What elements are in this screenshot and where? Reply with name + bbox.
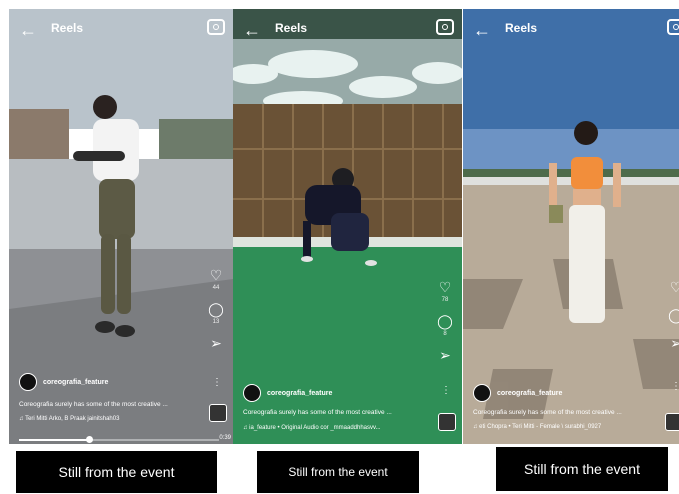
reel-video-2[interactable] xyxy=(233,9,462,444)
back-arrow-icon[interactable]: ← xyxy=(243,20,263,40)
more-icon[interactable]: ⋮ xyxy=(441,385,451,396)
audio-info[interactable]: ♫ Teri Mitti Arko, B Praak jainitshah03 xyxy=(19,416,119,422)
avatar[interactable] xyxy=(473,384,491,402)
progress-knob[interactable] xyxy=(86,436,93,443)
reels-header: ← Reels xyxy=(463,9,679,49)
reels-title: Reels xyxy=(51,21,84,35)
reel-caption[interactable]: Coreografia surely has some of the most … xyxy=(473,409,622,416)
heart-icon[interactable]: ♡ xyxy=(670,279,679,295)
audio-thumbnail[interactable] xyxy=(438,413,456,431)
reel-video-3[interactable] xyxy=(463,9,679,444)
send-icon[interactable]: ➢ xyxy=(210,335,222,351)
audio-text: ia_feature • Original Audio cor _mmaaddh… xyxy=(249,425,381,431)
audio-info[interactable]: ♫ ia_feature • Original Audio cor _mmaad… xyxy=(243,425,381,431)
reel-panel-1: ← Reels ♡ 44 ◯ 13 ➢ ⋮ coreografia_featur… xyxy=(9,9,233,444)
like-count: 78 xyxy=(441,297,449,303)
video-progress-bar[interactable] xyxy=(19,436,219,443)
comment-icon[interactable]: ◯ xyxy=(668,307,679,323)
account-row[interactable]: coreografia_feature xyxy=(243,384,332,402)
caption-box-1: Still from the event xyxy=(16,451,217,493)
more-icon[interactable]: ⋮ xyxy=(671,381,679,392)
heart-icon[interactable]: ♡ xyxy=(439,279,452,295)
reel-caption[interactable]: Coreografia surely has some of the most … xyxy=(243,409,392,416)
account-handle[interactable]: coreografia_feature xyxy=(497,390,562,397)
reels-title: Reels xyxy=(505,21,538,35)
comment-count: 13 xyxy=(212,319,220,325)
reels-title: Reels xyxy=(275,21,308,35)
heart-icon[interactable]: ♡ xyxy=(210,267,223,283)
comment-icon[interactable]: ◯ xyxy=(208,301,224,317)
caption-box-3: Still from the event xyxy=(496,447,668,491)
send-icon[interactable]: ➢ xyxy=(439,347,451,363)
reel-panel-3: ← Reels ♡ ◯ ➢ ⋮ coreografia_feature Core… xyxy=(463,9,679,444)
account-row[interactable]: coreografia_feature xyxy=(473,384,562,402)
send-icon[interactable]: ➢ xyxy=(670,335,679,351)
action-rail: ♡ 78 ◯ 8 ➢ xyxy=(434,279,456,363)
avatar[interactable] xyxy=(243,384,261,402)
more-icon[interactable]: ⋮ xyxy=(212,377,222,388)
back-arrow-icon[interactable]: ← xyxy=(473,20,493,40)
back-arrow-icon[interactable]: ← xyxy=(19,20,39,40)
avatar[interactable] xyxy=(19,373,37,391)
caption-box-2: Still from the event xyxy=(257,451,419,493)
like-count: 44 xyxy=(212,285,220,291)
reel-caption[interactable]: Coreografia surely has some of the most … xyxy=(19,401,168,408)
audio-thumbnail[interactable] xyxy=(209,404,227,422)
camera-icon[interactable] xyxy=(436,19,454,35)
progress-fill xyxy=(19,439,89,441)
video-time: 0:39 xyxy=(219,435,231,441)
account-handle[interactable]: coreografia_feature xyxy=(267,390,332,397)
action-rail: ♡ 44 ◯ 13 ➢ xyxy=(205,267,227,351)
reels-header: ← Reels xyxy=(9,9,233,49)
audio-info[interactable]: ♫ eti Chopra • Teri Mitti - Female \ sur… xyxy=(473,424,601,430)
camera-icon[interactable] xyxy=(667,19,679,35)
account-handle[interactable]: coreografia_feature xyxy=(43,379,108,386)
reels-header: ← Reels xyxy=(233,9,462,49)
comment-count: 8 xyxy=(443,331,447,337)
audio-text: eti Chopra • Teri Mitti - Female \ surab… xyxy=(479,424,602,430)
account-row[interactable]: coreografia_feature xyxy=(19,373,108,391)
audio-thumbnail[interactable] xyxy=(665,413,679,431)
camera-icon[interactable] xyxy=(207,19,225,35)
audio-text: Teri Mitti Arko, B Praak jainitshah03 xyxy=(25,416,120,422)
comment-icon[interactable]: ◯ xyxy=(437,313,453,329)
reel-panel-2: ← Reels ♡ 78 ◯ 8 ➢ ⋮ coreografia_feature… xyxy=(233,9,462,444)
action-rail: ♡ ◯ ➢ xyxy=(665,279,679,351)
